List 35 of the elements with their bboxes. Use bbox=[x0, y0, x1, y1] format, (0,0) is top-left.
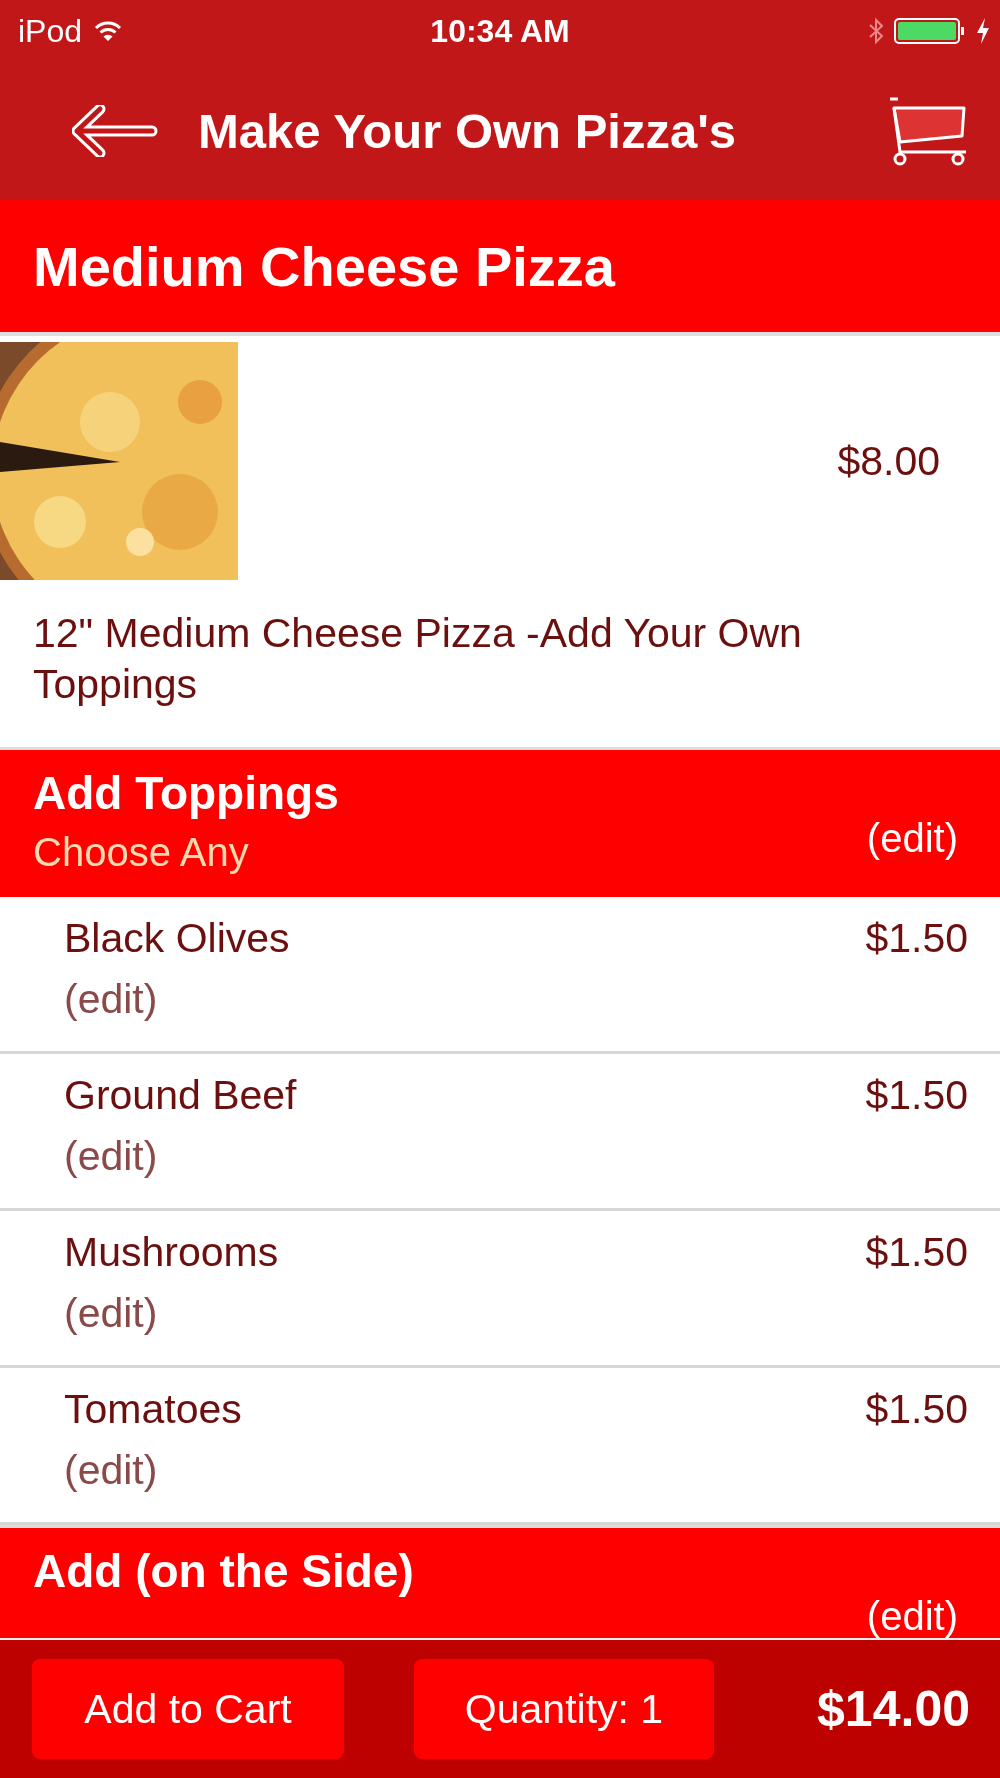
wifi-icon bbox=[94, 20, 123, 42]
option-name: Ground Beef bbox=[64, 1071, 297, 1119]
option-name: Mushrooms bbox=[64, 1228, 279, 1276]
option-row[interactable]: Black Olives $1.50 (edit) bbox=[0, 896, 1000, 1054]
product-description: 12" Medium Cheese Pizza -Add Your Own Toppings bbox=[32, 609, 803, 710]
carrier: iPod bbox=[18, 12, 83, 50]
option-price: $1.50 bbox=[865, 1228, 968, 1276]
total-price: $14.00 bbox=[817, 1680, 970, 1738]
option-name: Tomatoes bbox=[64, 1385, 242, 1433]
quantity-button[interactable]: Quantity: 1 bbox=[414, 1659, 714, 1759]
nav-title: Make Your Own Pizza's bbox=[197, 103, 738, 159]
edit-link[interactable]: (edit) bbox=[866, 815, 958, 861]
option-price: $1.50 bbox=[865, 1071, 968, 1119]
status-time: 10:34 AM bbox=[430, 12, 570, 50]
product-title: Medium Cheese Pizza bbox=[33, 233, 615, 299]
section-title: Add Toppings bbox=[33, 765, 339, 820]
edit-link[interactable]: (edit) bbox=[64, 1132, 158, 1180]
battery-icon bbox=[894, 17, 966, 45]
edit-link[interactable]: (edit) bbox=[64, 1446, 158, 1494]
product-price: $8.00 bbox=[837, 437, 940, 485]
edit-link[interactable]: (edit) bbox=[64, 1289, 158, 1337]
option-name: Black Olives bbox=[64, 914, 290, 962]
option-row[interactable]: Ground Beef $1.50 (edit) bbox=[0, 1053, 1000, 1211]
option-row[interactable]: Mushrooms $1.50 (edit) bbox=[0, 1210, 1000, 1368]
bluetooth-icon bbox=[868, 17, 884, 45]
section-title: Add (on the Side) bbox=[33, 1543, 414, 1598]
edit-link[interactable]: (edit) bbox=[64, 975, 158, 1023]
charging-icon bbox=[976, 18, 990, 44]
add-to-cart-button[interactable]: Add to Cart bbox=[32, 1659, 344, 1759]
back-arrow-icon bbox=[72, 105, 158, 157]
back-button[interactable] bbox=[72, 105, 158, 157]
section-subtitle: Choose Any bbox=[33, 829, 250, 875]
option-price: $1.50 bbox=[865, 1385, 968, 1433]
edit-link[interactable]: (edit) bbox=[866, 1593, 958, 1638]
option-price: $1.50 bbox=[865, 914, 968, 962]
